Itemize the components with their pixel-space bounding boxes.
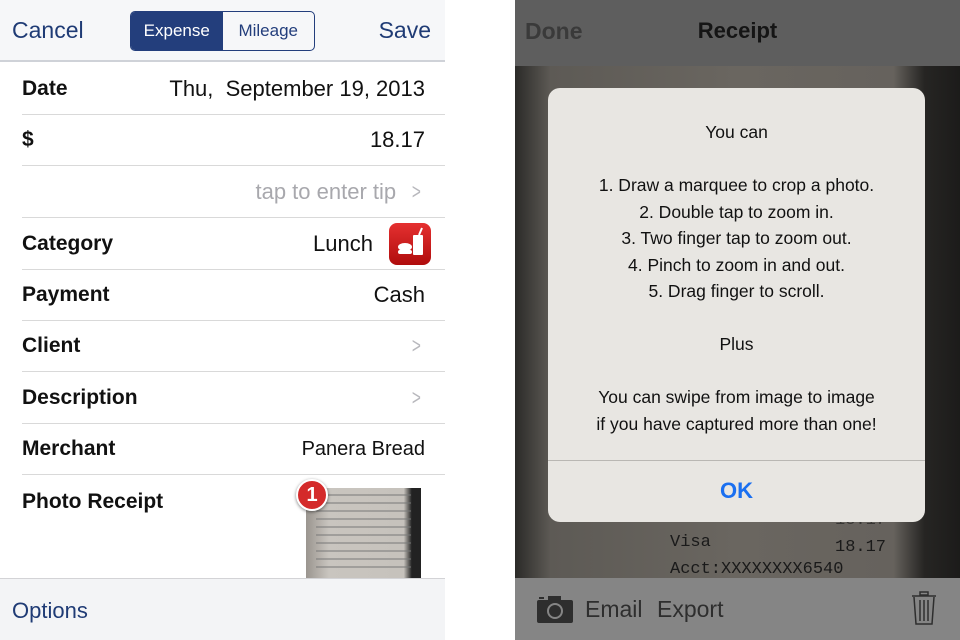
description-label: Description [22,385,138,409]
description-row[interactable]: Description > [22,372,445,424]
cancel-button[interactable]: Cancel [12,17,84,44]
date-label: Date [22,77,68,100]
alert-line: 1. Draw a marquee to crop a photo. [598,175,875,195]
chevron-right-icon: > [412,178,422,204]
merchant-row[interactable]: Merchant Panera Bread [22,424,445,475]
alert-line: You can swipe from image to image [598,387,875,407]
nav-bar: Cancel Expense Mileage Save [0,0,445,62]
category-value: Lunch [313,230,373,256]
merchant-value: Panera Bread [301,437,425,460]
merchant-label: Merchant [22,437,116,460]
camera-icon[interactable] [537,595,573,623]
help-alert: You can 1. Draw a marquee to crop a photo… [548,88,925,522]
expense-screen: Cancel Expense Mileage Save Date Thu, Se… [0,0,445,640]
photo-receipt-label: Photo Receipt [22,490,164,513]
bottom-toolbar: Email Export [515,578,960,640]
amount-row[interactable]: $ 18.17 [22,115,445,166]
options-button[interactable]: Options [12,598,88,624]
segment-mileage[interactable]: Mileage [223,12,315,50]
client-row[interactable]: Client > [22,321,445,372]
alert-line [548,146,925,173]
trash-icon[interactable] [911,591,937,625]
alert-line: if you have captured more than one! [596,413,877,434]
save-button[interactable]: Save [379,17,431,44]
receipt-visa-label: Visa [670,533,711,552]
nav-bar: Receipt Done [515,0,960,66]
tip-row[interactable]: tap to enter tip > [22,166,445,218]
alert-line: 5. Drag finger to scroll. [648,281,825,301]
payment-value: Cash [373,282,425,307]
alert-line [548,358,925,385]
ok-button[interactable]: OK [548,460,925,522]
alert-line: You can [705,122,768,142]
alert-line [548,305,925,332]
alert-line: 2. Double tap to zoom in. [639,201,834,222]
alert-line: 4. Pinch to zoom in and out. [628,254,845,275]
done-button[interactable]: Done [525,18,583,45]
date-value: Thu, September 19, 2013 [169,76,425,101]
amount-label: $ [22,128,34,151]
receipt-acct: Acct:XXXXXXXX6540 [670,560,844,579]
amount-value: 18.17 [369,127,425,152]
date-row[interactable]: Date Thu, September 19, 2013 [22,64,445,115]
receipt-viewer: Receipt Done Total 18.17 Visa 18.17 Acct… [515,0,960,640]
type-segmented-control: Expense Mileage [130,11,315,51]
alert-message: You can 1. Draw a marquee to crop a photo… [548,88,925,437]
alert-line: Plus [719,334,754,354]
chevron-right-icon: > [412,333,422,358]
email-button[interactable]: Email [585,596,643,623]
payment-label: Payment [22,283,110,306]
category-row[interactable]: Category Lunch [22,218,445,270]
bottom-toolbar: Options [0,578,445,640]
export-button[interactable]: Export [657,596,723,623]
alert-line: 3. Two finger tap to zoom out. [621,228,852,248]
fast-food-icon [389,222,431,265]
chevron-right-icon: > [412,384,422,410]
photo-count-badge: 1 [296,479,328,511]
client-label: Client [22,334,81,357]
receipt-visa: 18.17 [835,538,887,557]
payment-row[interactable]: Payment Cash [22,270,445,321]
category-label: Category [22,231,114,255]
segment-expense[interactable]: Expense [131,12,223,50]
tip-placeholder: tap to enter tip [255,178,397,204]
